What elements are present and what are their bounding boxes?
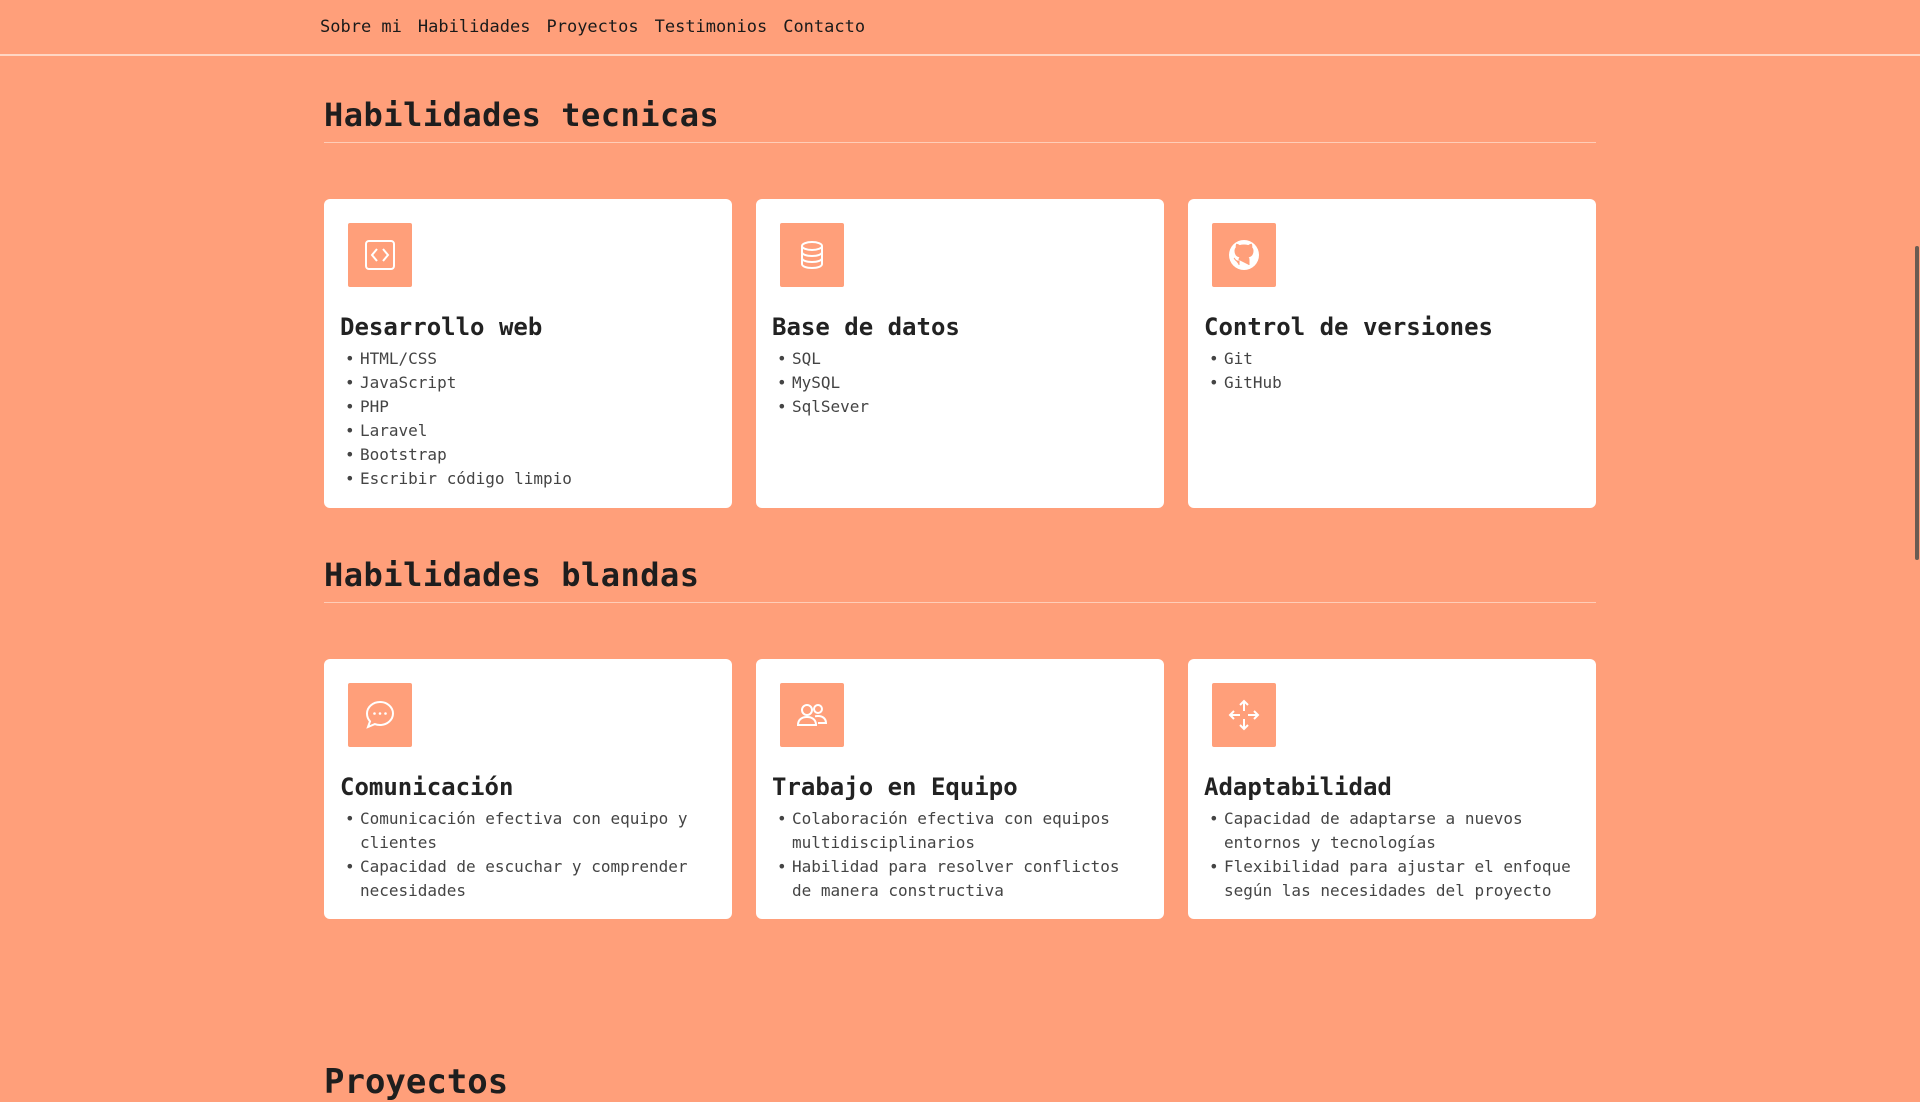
top-navbar: Sobre mi Habilidades Proyectos Testimoni… [0,0,1920,56]
skill-card-trabajo-en-equipo: Trabajo en Equipo Colaboración efectiva … [756,659,1164,919]
list-item: Comunicación efectiva con equipo y clien… [340,807,716,855]
list-item: SQL [772,347,1148,371]
nav-link-sobre-mi[interactable]: Sobre mi [320,17,402,37]
chat-icon [348,683,412,747]
list-item: Git [1204,347,1580,371]
list-item: Laravel [340,419,716,443]
skill-list: HTML/CSS JavaScript PHP Laravel Bootstra… [340,347,716,491]
list-item: JavaScript [340,371,716,395]
skill-list: SQL MySQL SqlSever [772,347,1148,419]
list-item: Escribir código limpio [340,467,716,491]
list-item: PHP [340,395,716,419]
page-scrollbar[interactable] [1912,0,1920,1080]
skill-list: Capacidad de adaptarse a nuevos entornos… [1204,807,1580,903]
github-icon [1212,223,1276,287]
nav-menu: Sobre mi Habilidades Proyectos Testimoni… [320,17,865,37]
skill-card-control-de-versiones: Control de versiones Git GitHub [1188,199,1596,508]
list-item: Habilidad para resolver conflictos de ma… [772,855,1148,903]
skill-list: Git GitHub [1204,347,1580,395]
skill-card-title: Comunicación [340,773,514,801]
database-icon [780,223,844,287]
skill-card-title: Base de datos [772,313,960,341]
skill-card-title: Adaptabilidad [1204,773,1392,801]
code-icon [348,223,412,287]
list-item: Bootstrap [340,443,716,467]
skill-card-title: Desarrollo web [340,313,543,341]
technical-skills-divider [324,142,1596,143]
people-icon [780,683,844,747]
list-item: Colaboración efectiva con equipos multid… [772,807,1148,855]
list-item: Capacidad de escuchar y comprender neces… [340,855,716,903]
scrollbar-thumb[interactable] [1915,246,1919,560]
list-item: Flexibilidad para ajustar el enfoque seg… [1204,855,1580,903]
list-item: SqlSever [772,395,1148,419]
list-item: GitHub [1204,371,1580,395]
skill-list: Comunicación efectiva con equipo y clien… [340,807,716,903]
skill-card-title: Trabajo en Equipo [772,773,1018,801]
list-item: MySQL [772,371,1148,395]
list-item: HTML/CSS [340,347,716,371]
technical-skills-title: Habilidades tecnicas [324,96,720,134]
skill-card-desarrollo-web: Desarrollo web HTML/CSS JavaScript PHP L… [324,199,732,508]
nav-link-contacto[interactable]: Contacto [783,17,865,37]
nav-link-testimonios[interactable]: Testimonios [655,17,768,37]
list-item: Capacidad de adaptarse a nuevos entornos… [1204,807,1580,855]
nav-link-habilidades[interactable]: Habilidades [418,17,531,37]
skill-card-adaptabilidad: Adaptabilidad Capacidad de adaptarse a n… [1188,659,1596,919]
soft-skills-divider [324,602,1596,603]
soft-skills-title: Habilidades blandas [324,556,700,594]
projects-section-title: Proyectos [324,1062,509,1102]
skill-list: Colaboración efectiva con equipos multid… [772,807,1148,903]
skill-card-base-de-datos: Base de datos SQL MySQL SqlSever [756,199,1164,508]
arrows-move-icon [1212,683,1276,747]
skill-card-comunicacion: Comunicación Comunicación efectiva con e… [324,659,732,919]
nav-link-proyectos[interactable]: Proyectos [546,17,638,37]
skill-card-title: Control de versiones [1204,313,1493,341]
